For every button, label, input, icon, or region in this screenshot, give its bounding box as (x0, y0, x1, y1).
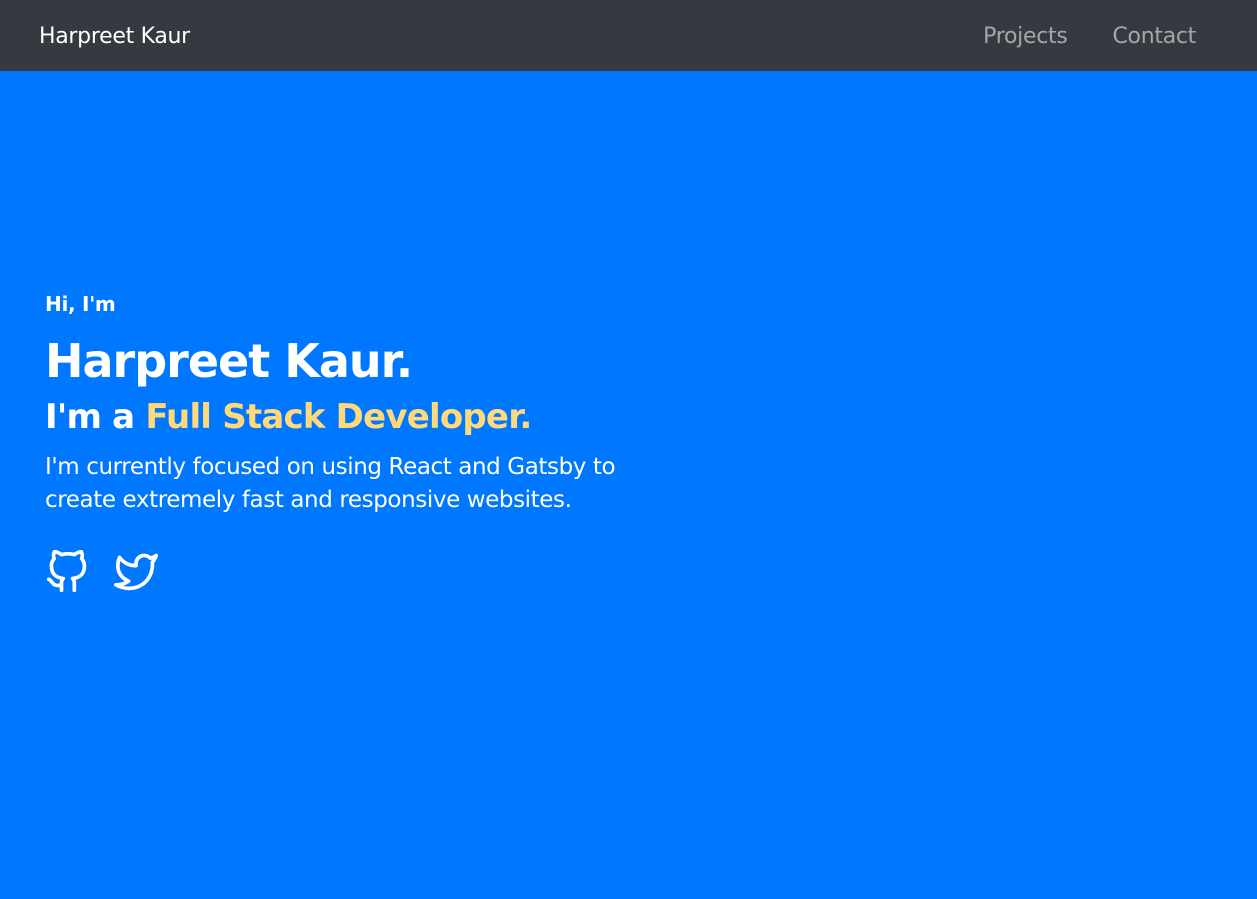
nav-link-projects[interactable]: Projects (983, 21, 1068, 53)
hero-description: I'm currently focused on using React and… (45, 454, 616, 513)
hero-role: I'm a Full Stack Developer. (45, 395, 645, 439)
hero-section: Hi, I'm Harpreet Kaur. I'm a Full Stack … (0, 71, 1257, 899)
brand-link[interactable]: Harpreet Kaur (39, 21, 190, 53)
github-icon (46, 549, 87, 593)
role-prefix: I'm a (45, 397, 146, 437)
navbar: Harpreet Kaur Projects Contact (0, 0, 1257, 71)
nav-link-contact[interactable]: Contact (1113, 21, 1197, 53)
github-link[interactable] (45, 549, 89, 596)
twitter-link[interactable] (114, 550, 158, 596)
hero-name: Harpreet Kaur. (45, 334, 413, 388)
twitter-icon (114, 553, 158, 591)
social-links (45, 549, 645, 596)
nav-links: Projects Contact (983, 21, 1196, 53)
hero-content: Hi, I'm Harpreet Kaur. I'm a Full Stack … (45, 290, 645, 596)
role-highlight: Full Stack Developer. (145, 397, 532, 437)
greeting-text: Hi, I'm (45, 292, 116, 316)
